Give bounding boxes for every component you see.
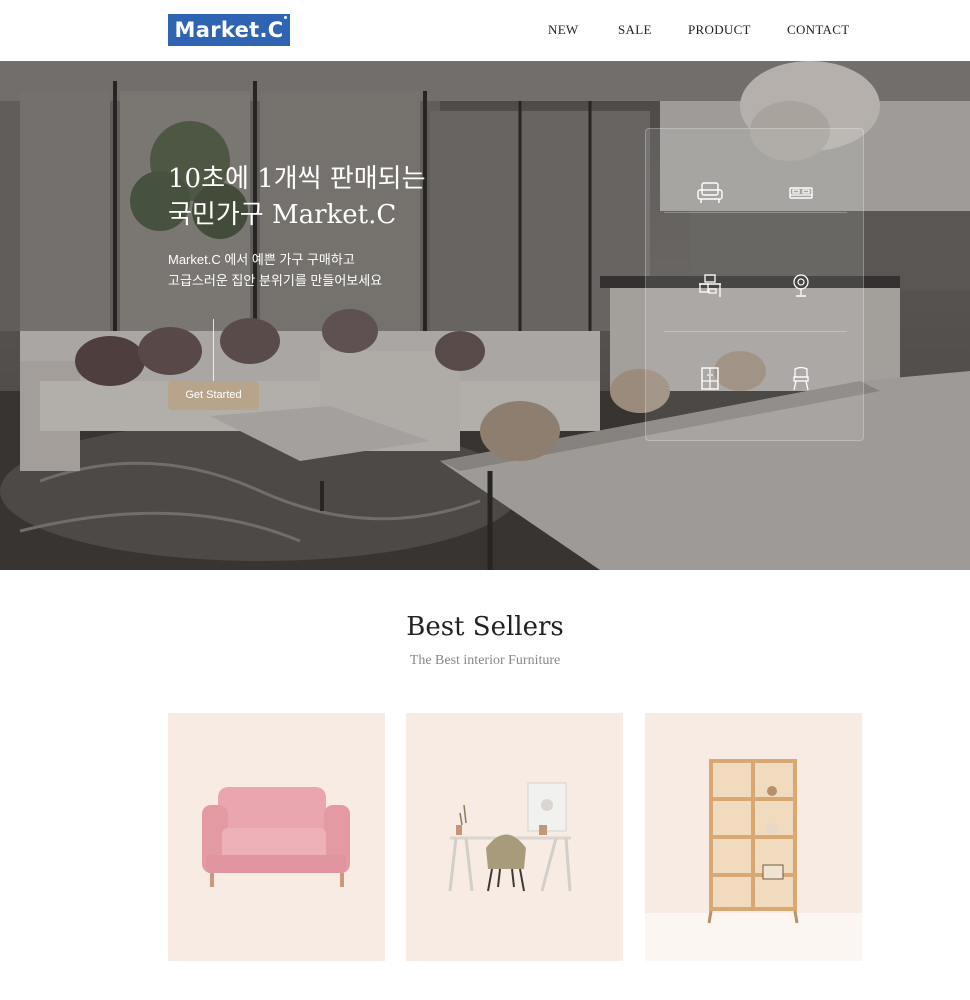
nav-new[interactable]: NEW — [548, 22, 579, 38]
site-header: Market.C NEW SALE PRODUCT CONTACT — [0, 0, 970, 61]
hero-title-line: 국민가구 Market.C — [168, 200, 397, 230]
logo-dot — [284, 16, 287, 19]
hero-banner: 10초에 1개씩 판매되는 국민가구 Market.C Market.C 에서 … — [0, 61, 970, 570]
hero-subtitle: Market.C 에서 예쁜 가구 구매하고 고급스러운 집안 분위기를 만들어… — [168, 249, 382, 291]
chair-icon[interactable] — [787, 365, 815, 393]
main-nav: NEW SALE PRODUCT CONTACT — [0, 22, 970, 40]
panel-divider — [664, 212, 847, 213]
bed-icon[interactable] — [787, 179, 815, 207]
get-started-button[interactable]: Get Started — [168, 381, 259, 410]
nav-product[interactable]: PRODUCT — [688, 22, 751, 38]
hero-subtitle-line: Market.C 에서 예쁜 가구 구매하고 — [168, 252, 355, 267]
wardrobe-icon[interactable] — [696, 365, 724, 393]
hero-title: 10초에 1개씩 판매되는 국민가구 Market.C — [168, 161, 426, 233]
nav-sale[interactable]: SALE — [618, 22, 652, 38]
pink-sofa-image — [168, 713, 385, 961]
best-sellers-subtitle: The Best interior Furniture — [409, 653, 561, 668]
category-panel — [645, 128, 864, 441]
nav-contact[interactable]: CONTACT — [787, 22, 849, 38]
product-card-sofa[interactable] — [168, 713, 385, 961]
desk-with-chair-image — [406, 713, 623, 961]
best-sellers-title: Best Sellers — [406, 612, 564, 642]
product-card-bookshelf[interactable] — [645, 713, 862, 961]
lamp-icon[interactable] — [787, 272, 815, 300]
hero-title-line: 10초에 1개씩 판매되는 — [168, 164, 426, 194]
wooden-bookshelf-image — [645, 713, 862, 961]
product-card-desk[interactable] — [406, 713, 623, 961]
armchair-icon[interactable] — [696, 179, 724, 207]
panel-divider — [664, 331, 847, 332]
hero-subtitle-line: 고급스러운 집안 분위기를 만들어보세요 — [168, 273, 383, 288]
hero-divider-line — [213, 319, 214, 381]
desk-icon[interactable] — [696, 272, 724, 300]
